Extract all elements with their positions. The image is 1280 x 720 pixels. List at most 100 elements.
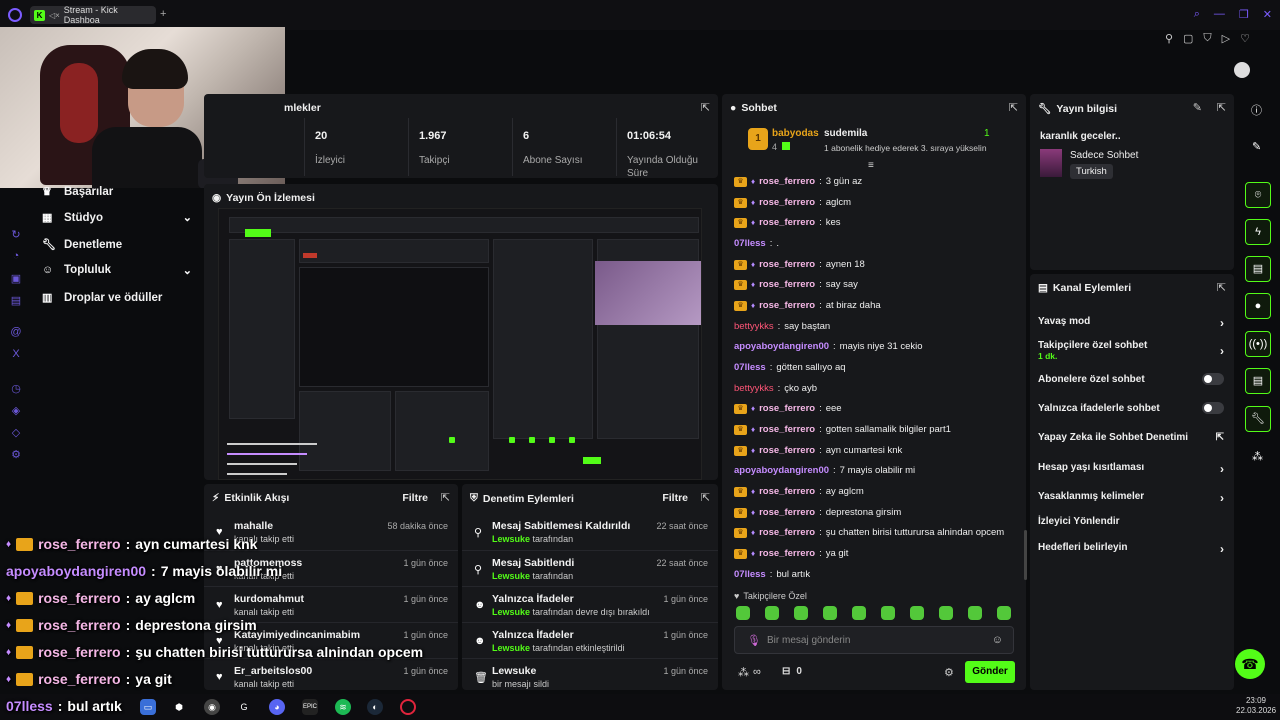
leaderboard-user-2[interactable]: sudemila (824, 128, 867, 139)
emote-icon[interactable] (736, 606, 750, 620)
search-icon[interactable]: ⌕ (1194, 8, 1200, 21)
emote-icon[interactable] (910, 606, 924, 620)
browser-tab[interactable]: K ◁× Stream - Kick Dashboa (30, 5, 156, 25)
chat-username[interactable]: 07lless (734, 238, 766, 249)
action-followers-only[interactable]: Takipçilere özel sohbet › 1 dk. (1038, 340, 1224, 361)
chat-username[interactable]: rose_ferrero (759, 279, 815, 290)
restore-icon[interactable]: ❐ (1239, 8, 1249, 21)
gift-sub-button[interactable]: ⊟ 0 (782, 666, 802, 677)
stream-preview-video[interactable] (218, 208, 702, 480)
chat-username[interactable]: rose_ferrero (759, 176, 815, 187)
g-icon[interactable]: G (236, 699, 252, 715)
screenshot-icon[interactable]: ▢ (1183, 32, 1193, 45)
emote-icon[interactable] (881, 606, 895, 620)
chat-username[interactable]: rose_ferrero (759, 486, 815, 497)
action-ai-moderation[interactable]: Yapay Zeka ile Sohbet Denetimi ⇱ (1038, 432, 1224, 443)
minimize-icon[interactable]: — (1214, 8, 1225, 21)
toggle-switch[interactable] (1202, 373, 1224, 385)
emote-icon[interactable] (823, 606, 837, 620)
chat-scrollbar[interactable] (1024, 530, 1027, 580)
emote-icon[interactable] (765, 606, 779, 620)
action-account-age[interactable]: Hesap yaşı kısıtlaması › (1038, 462, 1224, 476)
discord-icon[interactable]: ◕ (269, 699, 285, 715)
kick-icon[interactable]: ▣ (10, 272, 22, 285)
new-tab-button[interactable]: + (160, 8, 166, 20)
popout-icon[interactable]: ⇱ (701, 491, 710, 504)
emote-icon[interactable] (968, 606, 982, 620)
moderation-filter-button[interactable]: Filtre (662, 492, 688, 504)
chat-username[interactable]: 07lless (734, 362, 766, 373)
monitor-icon[interactable]: ▭ (140, 699, 156, 715)
edit-icon[interactable]: ✎ (1193, 101, 1202, 114)
close-icon[interactable]: ✕ (1263, 8, 1272, 21)
toggle-switch[interactable] (1202, 402, 1224, 414)
stream-category[interactable]: Sadece Sohbet (1070, 150, 1138, 161)
chat-username[interactable]: rose_ferrero (759, 300, 815, 311)
nav-item-drops[interactable]: ▥ Droplar ve ödüller (42, 291, 192, 305)
emote-icon[interactable] (852, 606, 866, 620)
emote-icon[interactable] (794, 606, 808, 620)
activity-filter-button[interactable]: Filtre (402, 492, 428, 504)
mute-icon[interactable]: ◁× (49, 11, 60, 20)
chat-username[interactable]: bettyykks (734, 383, 774, 394)
chevron-down-icon[interactable]: ⌄ (183, 211, 192, 224)
collapse-icon[interactable]: ≡ (868, 160, 874, 171)
chat-username[interactable]: bettyykks (734, 321, 774, 332)
action-goals[interactable]: Hedefleri belirleyin › (1038, 542, 1224, 556)
opera-logo-icon[interactable] (8, 8, 22, 22)
chat-settings-icon[interactable]: ⚙ (944, 666, 954, 679)
chat-username[interactable]: rose_ferrero (759, 403, 815, 414)
popout-icon[interactable]: ⇱ (1217, 101, 1226, 114)
add-widget-icon[interactable]: ⁂ (1252, 450, 1263, 463)
epic-games-icon[interactable]: EPIC (302, 699, 318, 715)
nav-item-studio[interactable]: ▦ Stüdyo ⌄ (42, 211, 192, 225)
action-raid[interactable]: İzleyici Yönlendir (1038, 516, 1224, 527)
chat-username[interactable]: rose_ferrero (759, 548, 815, 559)
chat-username[interactable]: rose_ferrero (759, 527, 815, 538)
rail-doc-button[interactable]: ▤ (1245, 256, 1271, 282)
obs-icon[interactable]: ◉ (204, 699, 220, 715)
popout-icon[interactable]: ⇱ (1009, 101, 1018, 114)
chat-input[interactable]: 🎙︎ Bir mesaj gönderin ☺ (734, 626, 1014, 654)
shield-icon[interactable]: ⛉ (1203, 32, 1211, 45)
mail-icon[interactable]: ▤ (10, 294, 22, 307)
x-icon[interactable]: X (10, 348, 22, 360)
cube-icon[interactable]: ◈ (10, 404, 22, 417)
avatar[interactable] (1234, 62, 1250, 78)
rail-broadcast-button[interactable]: ((•)) (1245, 331, 1271, 357)
extensions-icon[interactable]: ◇ (10, 426, 22, 439)
taskbar-clock[interactable]: 23:09 22.03.2026 (1236, 696, 1276, 716)
chat-username[interactable]: rose_ferrero (759, 217, 815, 228)
chat-username[interactable]: rose_ferrero (759, 507, 815, 518)
chat-username[interactable]: rose_ferrero (759, 259, 815, 270)
spotify-icon[interactable]: ≋ (335, 699, 351, 715)
action-subscribers-only[interactable]: Abonelere özel sohbet (1038, 373, 1224, 385)
chat-username[interactable]: rose_ferrero (759, 445, 815, 456)
opera-icon[interactable] (400, 699, 416, 715)
rail-actions-button[interactable]: ▤ (1245, 368, 1271, 394)
nav-item-community[interactable]: ☺ Topluluk ⌄ (42, 264, 192, 277)
channel-points[interactable]: ⁂ ∞ (738, 666, 761, 679)
rail-camera-button[interactable]: ⌾ (1245, 182, 1271, 208)
emote-icon[interactable] (997, 606, 1011, 620)
popout-icon[interactable]: ⇱ (441, 491, 450, 504)
threads-icon[interactable]: @ (10, 326, 22, 338)
clock-icon[interactable]: ◷ (10, 382, 22, 395)
pin-icon[interactable]: ⚲ (1165, 32, 1173, 45)
chevron-down-icon[interactable]: ⌄ (183, 264, 192, 277)
chat-username[interactable]: apoyaboydangiren00 (734, 341, 829, 352)
play-icon[interactable]: ▷ (1222, 32, 1230, 45)
pencil-icon[interactable]: ✎ (1252, 140, 1261, 153)
emoji-icon[interactable]: ☺ (992, 634, 1003, 646)
history-icon[interactable]: ↻ (10, 228, 22, 241)
nav-item-moderation[interactable]: 🔧︎ Denetleme (42, 238, 192, 252)
emote-icon[interactable] (939, 606, 953, 620)
rail-wrench-button[interactable]: 🔧︎ (1245, 406, 1271, 432)
chat-username[interactable]: rose_ferrero (759, 197, 815, 208)
popout-icon[interactable]: ⇱ (701, 101, 710, 114)
popout-icon[interactable]: ⇱ (1217, 281, 1226, 294)
link-icon[interactable]: ◔ (10, 250, 22, 262)
chat-username[interactable]: rose_ferrero (759, 424, 815, 435)
nav-item-achievements[interactable]: ♛ Başarılar (42, 185, 192, 199)
heart-icon[interactable]: ♡ (1240, 32, 1250, 45)
